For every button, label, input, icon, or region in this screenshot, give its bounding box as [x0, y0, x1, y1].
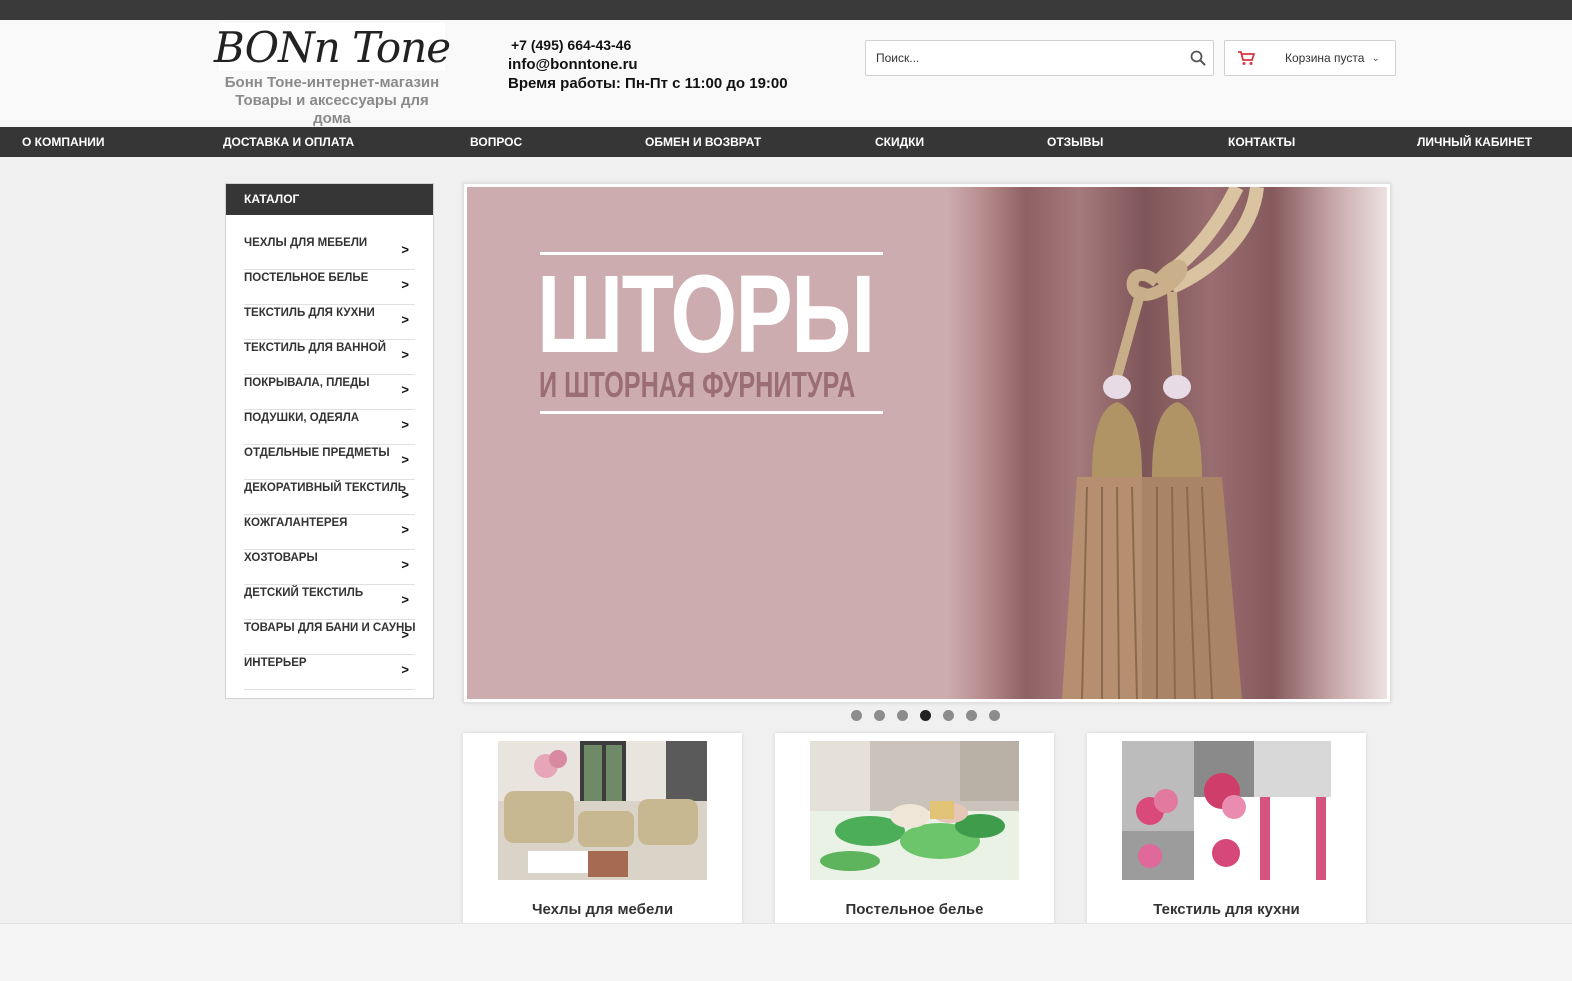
catalog-item-label: КОЖГАЛАНТЕРЕЯ [244, 517, 348, 529]
slider-dot[interactable] [943, 710, 954, 721]
catalog-item-kitchen-textile[interactable]: ТЕКСТИЛЬ ДЛЯ КУХНИ > [244, 305, 415, 340]
slider-dot[interactable] [851, 710, 862, 721]
catalog-item-pillows[interactable]: ПОДУШКИ, ОДЕЯЛА > [244, 410, 415, 445]
banner-slide[interactable]: ШТОРЫ И ШТОРНАЯ ФУРНИТУРА [467, 187, 1387, 699]
card-title: Чехлы для мебели [531, 901, 674, 918]
catalog-list: ЧЕХЛЫ ДЛЯ МЕБЕЛИ > ПОСТЕЛЬНОЕ БЕЛЬЕ > ТЕКС… [226, 215, 433, 690]
arrow-right-icon: > [401, 522, 409, 537]
slider-dot[interactable] [989, 710, 1000, 721]
top-strip [0, 0, 1572, 20]
catalog-title: КАТАЛОГ [226, 184, 433, 215]
header: BONn Tone Бонн Тоне-интернет-магазин Тов… [0, 20, 1572, 127]
arrow-right-icon: > [401, 557, 409, 572]
card-image-kitchen [1122, 741, 1331, 880]
card-title: Постельное белье [845, 901, 984, 918]
arrow-right-icon: > [401, 347, 409, 362]
working-hours: Время работы: Пн-Пт с 11:00 до 19:00 [508, 75, 788, 92]
arrow-right-icon: > [401, 487, 409, 502]
catalog-item-label: ДЕКОРАТИВНЫЙ ТЕКСТИЛЬ [244, 482, 407, 494]
nav-item-discounts[interactable]: СКИДКИ [875, 127, 924, 157]
arrow-right-icon: > [401, 277, 409, 292]
main-nav: О КОМПАНИИ ДОСТАВКА И ОПЛАТА ВОПРОС ОБМЕ… [0, 127, 1572, 157]
category-card-bed-linen[interactable]: Постельное белье [775, 733, 1054, 933]
slider-dot[interactable] [897, 710, 908, 721]
catalog-item-label: ОТДЕЛЬНЫЕ ПРЕДМЕТЫ [244, 447, 390, 459]
catalog-item-label: ЧЕХЛЫ ДЛЯ МЕБЕЛИ [244, 237, 368, 249]
catalog-item-label: ТОВАРЫ ДЛЯ БАНИ И САУНЫ [244, 622, 416, 634]
card-title: Текстиль для кухни [1153, 901, 1300, 918]
arrow-right-icon: > [401, 452, 409, 467]
catalog-item-leather-goods[interactable]: КОЖГАЛАНТЕРЕЯ > [244, 515, 415, 550]
banner-subtitle: И ШТОРНАЯ ФУРНИТУРА [539, 364, 856, 405]
arrow-right-icon: > [401, 592, 409, 607]
arrow-right-icon: > [401, 382, 409, 397]
catalog-item-separate-items[interactable]: ОТДЕЛЬНЫЕ ПРЕДМЕТЫ > [244, 445, 415, 480]
contacts: +7 (495) 664-43-46 info@bonntone.ru Врем… [508, 36, 788, 93]
tassel-image [1062, 187, 1264, 699]
banner-title: ШТОРЫ [537, 253, 875, 376]
catalog-item-bed-linen[interactable]: ПОСТЕЛЬНОЕ БЕЛЬЕ > [244, 270, 415, 305]
slider-dot[interactable] [920, 710, 931, 721]
catalog-item-interior[interactable]: ИНТЕРЬЕР > [244, 655, 415, 690]
catalog-item-label: ПОСТЕЛЬНОЕ БЕЛЬЕ [244, 272, 369, 284]
catalog-item-label: ХОЗТОВАРЫ [244, 552, 318, 564]
arrow-right-icon: > [401, 312, 409, 327]
card-image-sofas [498, 741, 707, 880]
arrow-right-icon: > [401, 242, 409, 257]
category-card-furniture-covers[interactable]: Чехлы для мебели [463, 733, 742, 933]
slider-dot[interactable] [874, 710, 885, 721]
catalog-item-label: ТЕКСТИЛЬ ДЛЯ ВАННОЙ [244, 342, 386, 354]
catalog-item-kids-textile[interactable]: ДЕТСКИЙ ТЕКСТИЛЬ > [244, 585, 415, 620]
catalog-item-sauna-goods[interactable]: ТОВАРЫ ДЛЯ БАНИ И САУНЫ > [244, 620, 416, 655]
chevron-down-icon: ⌄ [1371, 52, 1380, 64]
slider-pagination [851, 710, 1012, 721]
catalog-item-household[interactable]: ХОЗТОВАРЫ > [244, 550, 415, 585]
catalog-item-bedspreads[interactable]: ПОКРЫВАЛА, ПЛЕДЫ > [244, 375, 415, 410]
search-input[interactable] [866, 41, 1176, 75]
nav-item-exchange[interactable]: ОБМЕН И ВОЗВРАТ [645, 127, 761, 157]
phone-number[interactable]: +7 (495) 664-43-46 [508, 36, 788, 55]
email-link[interactable]: info@bonntone.ru [508, 55, 788, 74]
card-image-bed [810, 741, 1019, 880]
footer-band [0, 923, 1572, 981]
catalog-item-label: ПОКРЫВАЛА, ПЛЕДЫ [244, 377, 370, 389]
banner-slider[interactable]: ШТОРЫ И ШТОРНАЯ ФУРНИТУРА [463, 183, 1391, 703]
catalog-item-label: ДЕТСКИЙ ТЕКСТИЛЬ [244, 587, 364, 599]
catalog-item-label: ПОДУШКИ, ОДЕЯЛА [244, 412, 360, 424]
logo-subtitle: Бонн Тоне-интернет-магазин Товары и аксе… [224, 74, 440, 127]
arrow-right-icon: > [401, 662, 409, 677]
nav-item-delivery[interactable]: ДОСТАВКА И ОПЛАТА [223, 127, 354, 157]
cart-label: Корзина пуста [1285, 51, 1365, 65]
catalog-sidebar: КАТАЛОГ ЧЕХЛЫ ДЛЯ МЕБЕЛИ > ПОСТЕЛЬНОЕ БЕЛ… [225, 183, 434, 699]
search-box [865, 40, 1214, 76]
slider-dot[interactable] [966, 710, 977, 721]
cart-button[interactable]: Корзина пуста ⌄ [1224, 40, 1396, 76]
cart-icon [1238, 51, 1255, 65]
catalog-item-decor-textile[interactable]: ДЕКОРАТИВНЫЙ ТЕКСТИЛЬ > [244, 480, 415, 515]
arrow-right-icon: > [401, 417, 409, 432]
arrow-right-icon: > [401, 627, 409, 642]
catalog-item-label: ИНТЕРЬЕР [244, 657, 307, 669]
category-card-kitchen-textile[interactable]: Текстиль для кухни [1087, 733, 1366, 933]
logo[interactable]: BONn Tone [214, 23, 451, 72]
banner-line-bottom [540, 411, 883, 414]
catalog-item-label: ТЕКСТИЛЬ ДЛЯ КУХНИ [244, 307, 375, 319]
nav-item-contacts[interactable]: КОНТАКТЫ [1228, 127, 1295, 157]
nav-item-about[interactable]: О КОМПАНИИ [22, 127, 105, 157]
nav-item-account[interactable]: ЛИЧНЫЙ КАБИНЕТ [1417, 127, 1532, 157]
logo-text: BONn Tone [213, 22, 451, 72]
nav-item-reviews[interactable]: ОТЗЫВЫ [1047, 127, 1103, 157]
catalog-item-bath-textile[interactable]: ТЕКСТИЛЬ ДЛЯ ВАННОЙ > [244, 340, 415, 375]
nav-item-question[interactable]: ВОПРОС [470, 127, 522, 157]
catalog-item-furniture-covers[interactable]: ЧЕХЛЫ ДЛЯ МЕБЕЛИ > [244, 235, 415, 270]
search-icon[interactable] [1189, 49, 1207, 67]
